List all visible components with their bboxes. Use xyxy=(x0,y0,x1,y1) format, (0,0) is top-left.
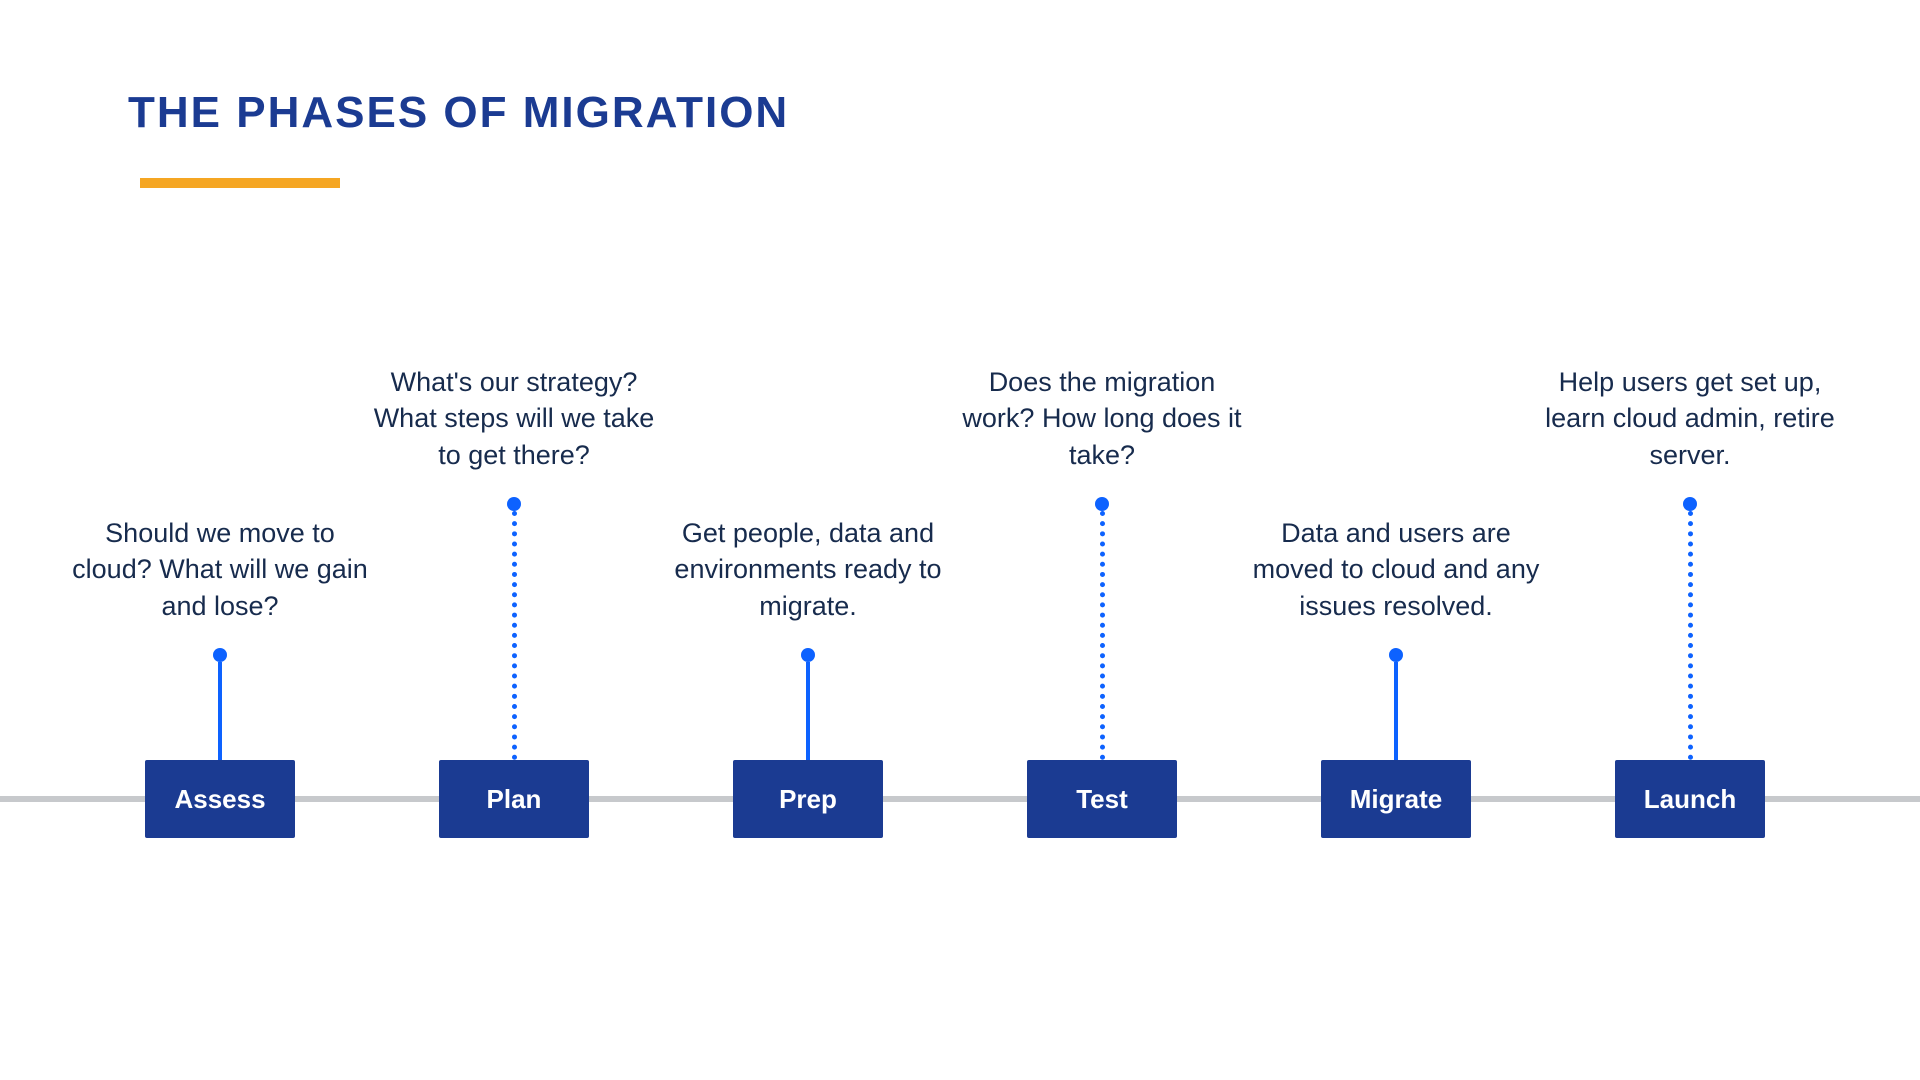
phase-box-prep: Prep xyxy=(733,760,883,838)
phase-description: Get people, data and environments ready … xyxy=(658,515,958,624)
phase-connector xyxy=(213,648,227,760)
phase-description: Should we move to cloud? What will we ga… xyxy=(70,515,370,624)
phases-container: Should we move to cloud? What will we ga… xyxy=(0,0,1920,1080)
phase-migrate: Data and users are moved to cloud and an… xyxy=(1246,515,1546,838)
connector-line xyxy=(218,662,222,760)
phase-box-assess: Assess xyxy=(145,760,295,838)
phase-assess: Should we move to cloud? What will we ga… xyxy=(70,515,370,838)
phase-prep: Get people, data and environments ready … xyxy=(658,515,958,838)
phase-plan: What's our strategy? What steps will we … xyxy=(364,364,664,838)
phase-test: Does the migration work? How long does i… xyxy=(952,364,1252,838)
phase-launch: Help users get set up, learn cloud admin… xyxy=(1540,364,1840,838)
phase-box-test: Test xyxy=(1027,760,1177,838)
phase-connector xyxy=(507,497,521,760)
connector-dot-icon xyxy=(1683,497,1697,511)
phase-connector xyxy=(1389,648,1403,760)
phase-box-launch: Launch xyxy=(1615,760,1765,838)
phase-description: What's our strategy? What steps will we … xyxy=(364,364,664,473)
phase-box-migrate: Migrate xyxy=(1321,760,1471,838)
phase-description: Help users get set up, learn cloud admin… xyxy=(1540,364,1840,473)
phase-description: Data and users are moved to cloud and an… xyxy=(1246,515,1546,624)
connector-dot-icon xyxy=(507,497,521,511)
connector-line xyxy=(1100,511,1105,760)
phase-description: Does the migration work? How long does i… xyxy=(952,364,1252,473)
connector-dot-icon xyxy=(213,648,227,662)
phase-box-plan: Plan xyxy=(439,760,589,838)
connector-line xyxy=(806,662,810,760)
connector-line xyxy=(1688,511,1693,760)
connector-line xyxy=(1394,662,1398,760)
phase-connector xyxy=(1683,497,1697,760)
phase-connector xyxy=(801,648,815,760)
connector-dot-icon xyxy=(1095,497,1109,511)
phase-connector xyxy=(1095,497,1109,760)
connector-dot-icon xyxy=(801,648,815,662)
connector-dot-icon xyxy=(1389,648,1403,662)
connector-line xyxy=(512,511,517,760)
